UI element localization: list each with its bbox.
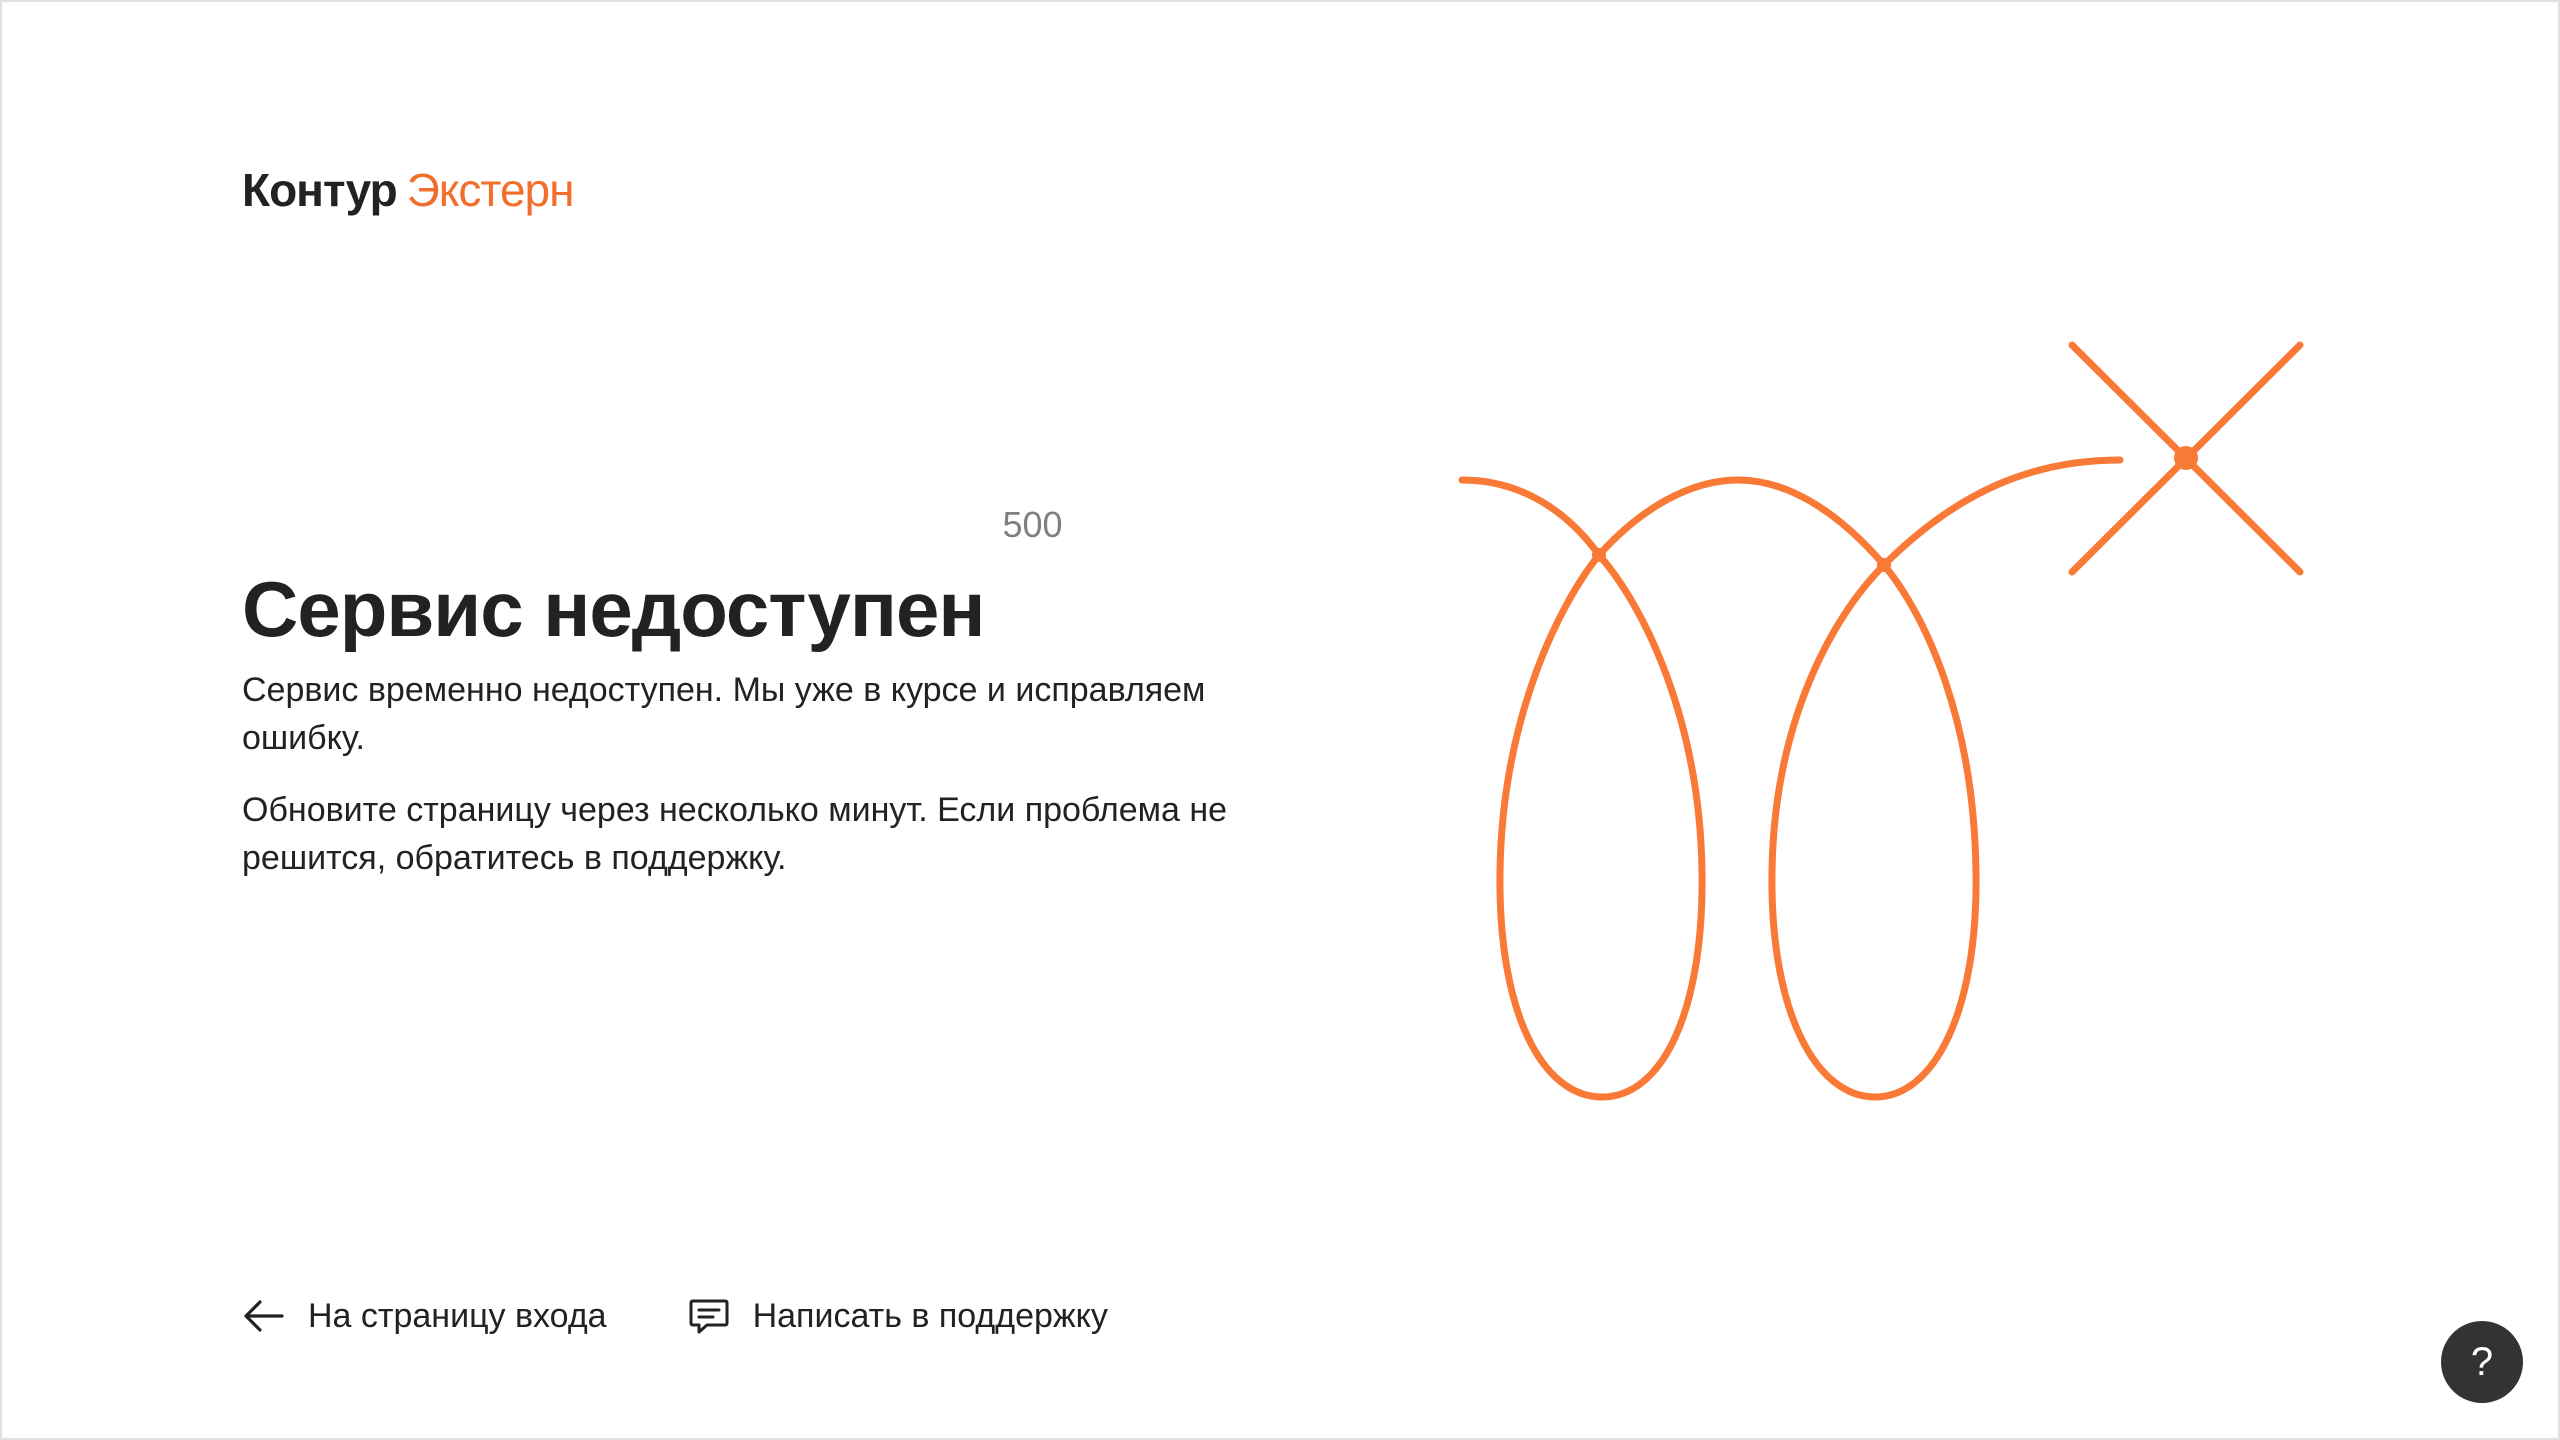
- description-paragraph: Обновите страницу через несколько минут.…: [242, 791, 1228, 877]
- logo-product-text: Экстерн: [406, 164, 575, 216]
- error-code: 500: [1002, 504, 1063, 545]
- error-description: Сервис временно недоступен. Мы уже в кур…: [242, 666, 1282, 906]
- help-icon: ?: [2470, 1339, 2494, 1384]
- write-to-support-link[interactable]: Написать в поддержку: [687, 1292, 1108, 1340]
- login-page-link[interactable]: На страницу входа: [242, 1292, 607, 1340]
- chat-bubble-icon: [687, 1294, 731, 1338]
- description-paragraph: Сервис временно недоступен. Мы уже в кур…: [242, 671, 1206, 757]
- action-links: На страницу входа Написать в поддержку: [242, 1288, 1108, 1344]
- arrow-left-icon: [242, 1294, 286, 1338]
- kontur-extern-logo[interactable]: Контур Экстерн: [242, 162, 575, 218]
- looped-line-illustration: [1458, 341, 2304, 1101]
- logo-brand-text: Контур: [242, 164, 398, 216]
- login-page-link-label: На страницу входа: [308, 1297, 607, 1335]
- page-title: Сервис недоступен: [242, 565, 985, 654]
- page-frame: Контур Экстерн Сервис недоступен 500 Серви…: [0, 0, 2560, 1440]
- write-to-support-link-label: Написать в поддержку: [752, 1297, 1108, 1335]
- help-button[interactable]: ?: [2441, 1321, 2523, 1403]
